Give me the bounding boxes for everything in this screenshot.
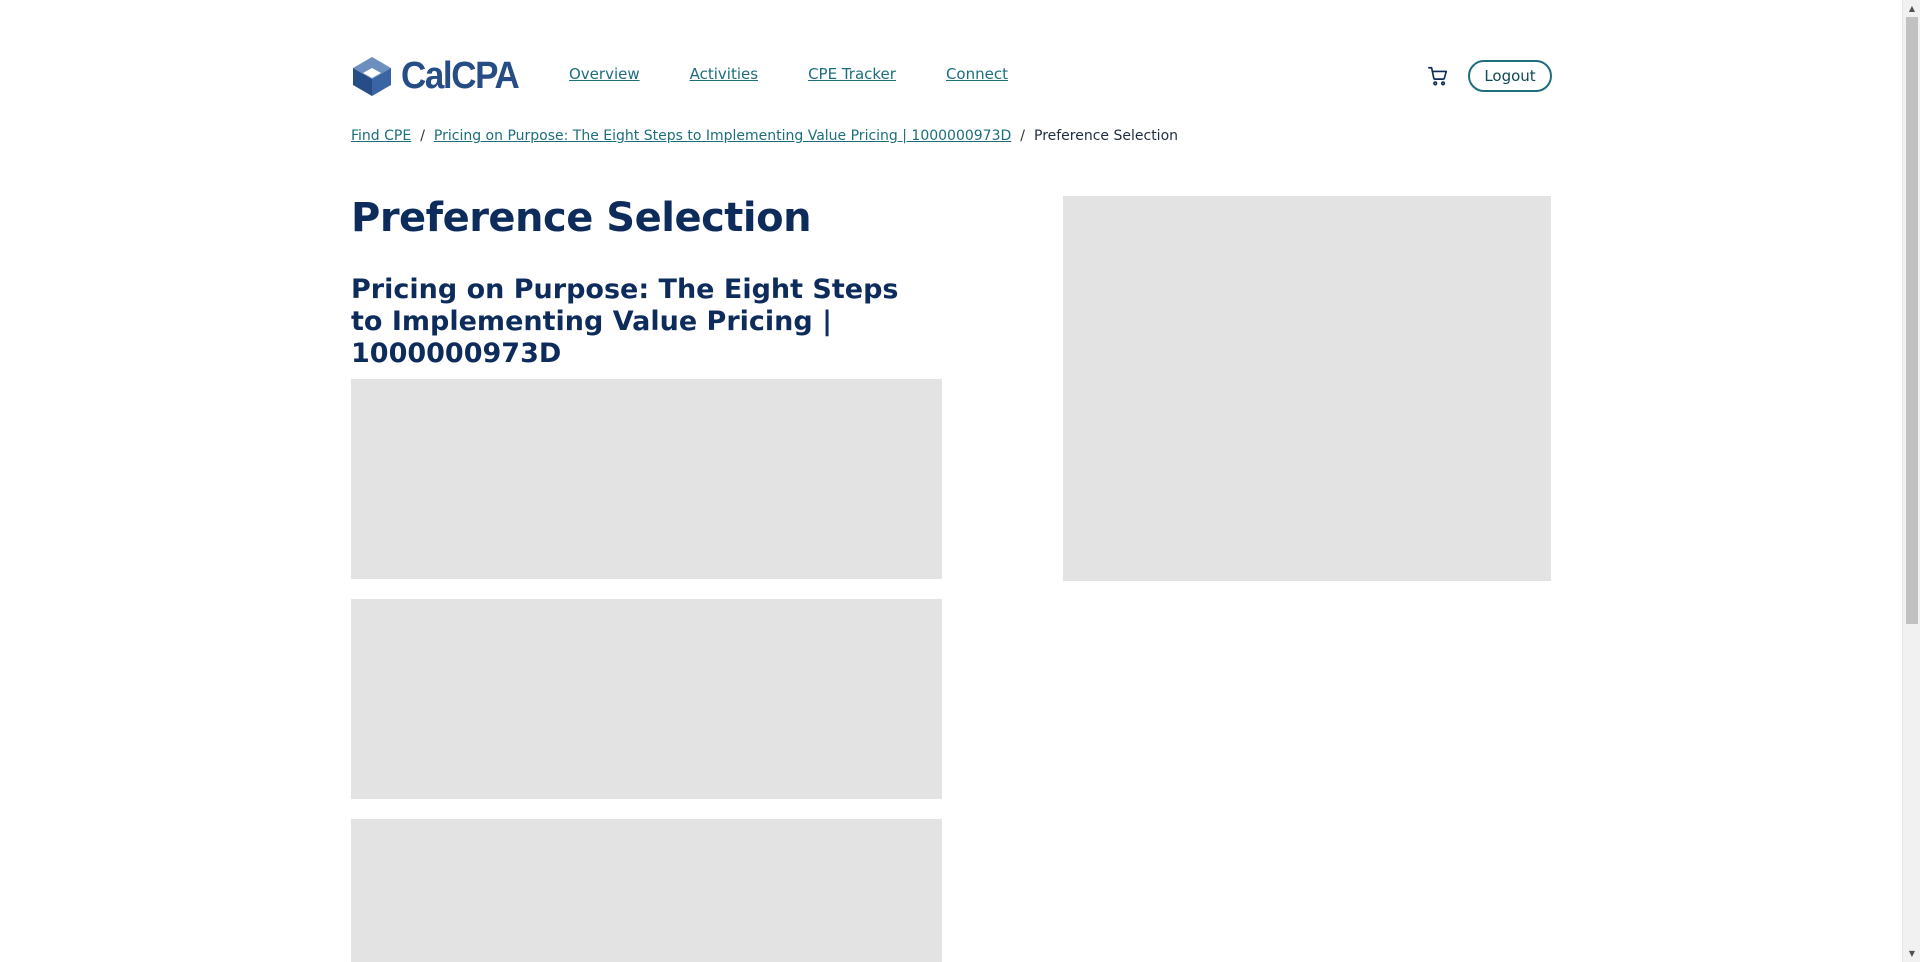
scroll-up-arrow-icon[interactable]: ▲ (1903, 0, 1920, 17)
sidebar-loading-placeholder (1063, 196, 1551, 581)
breadcrumb-current: Preference Selection (1034, 128, 1179, 144)
loading-placeholder (351, 379, 942, 579)
calcpa-logo-icon (353, 57, 391, 96)
page-title: Preference Selection (351, 195, 812, 241)
breadcrumb-separator: / (1020, 128, 1025, 144)
breadcrumb-separator: / (420, 128, 425, 144)
logo-text: CalCPA (401, 54, 520, 97)
scroll-down-arrow-icon[interactable]: ▼ (1903, 945, 1920, 962)
cart-icon[interactable] (1427, 65, 1449, 87)
vertical-scrollbar[interactable]: ▲ ▼ (1902, 0, 1920, 962)
breadcrumb: Find CPE / Pricing on Purpose: The Eight… (351, 128, 1178, 144)
breadcrumb-course[interactable]: Pricing on Purpose: The Eight Steps to I… (434, 128, 1011, 144)
course-title: Pricing on Purpose: The Eight Steps to I… (351, 274, 899, 369)
scrollbar-thumb[interactable] (1906, 17, 1918, 624)
site-header: CalCPA Overview Activities CPE Tracker C… (351, 55, 1552, 97)
page: CalCPA Overview Activities CPE Tracker C… (0, 0, 1902, 962)
nav-cpe-tracker[interactable]: CPE Tracker (808, 65, 896, 83)
loading-placeholder (351, 819, 942, 962)
nav-overview[interactable]: Overview (569, 65, 640, 83)
main-nav: Overview Activities CPE Tracker Connect (569, 65, 1058, 83)
loading-placeholder (351, 599, 942, 799)
calcpa-logo[interactable]: CalCPA (351, 55, 529, 97)
breadcrumb-find-cpe[interactable]: Find CPE (351, 128, 411, 144)
logout-button[interactable]: Logout (1468, 60, 1552, 92)
nav-activities[interactable]: Activities (690, 65, 758, 83)
nav-connect[interactable]: Connect (946, 65, 1008, 83)
